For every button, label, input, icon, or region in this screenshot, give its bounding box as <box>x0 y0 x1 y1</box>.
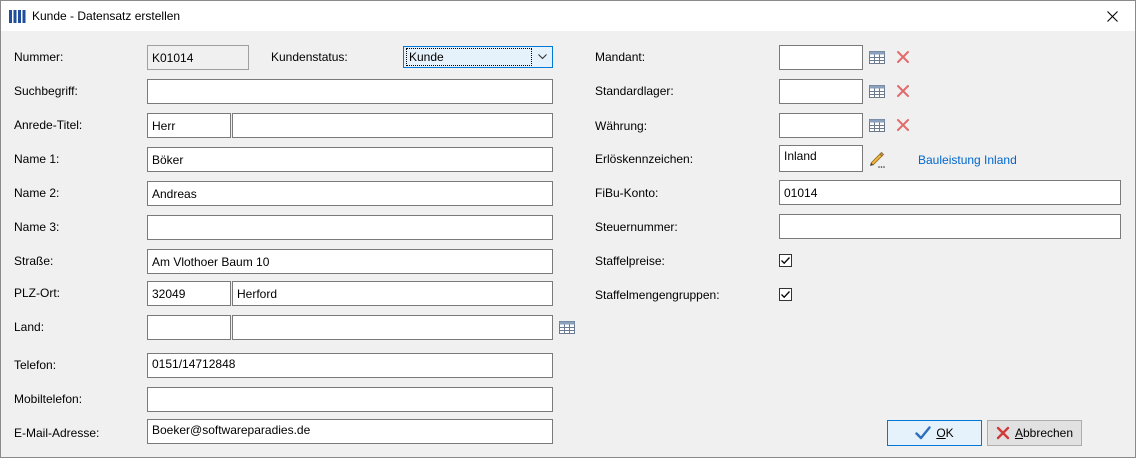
titel-input[interactable] <box>232 113 553 138</box>
standardlager-label: Standardlager: <box>595 84 674 98</box>
strasse-label: Straße: <box>14 254 54 268</box>
name3-input[interactable] <box>147 215 553 240</box>
kundenstatus-value: Kunde <box>406 48 532 66</box>
delete-x-icon <box>897 119 909 131</box>
delete-x-icon <box>996 426 1010 440</box>
staffelmengen-label: Staffelmengengruppen: <box>595 288 720 302</box>
checkmark-icon <box>781 291 790 299</box>
mandant-label: Mandant: <box>595 50 646 64</box>
mandant-picker-button[interactable] <box>867 47 887 67</box>
strasse-input[interactable]: Am Vlothoer Baum 10 <box>147 249 553 274</box>
pencil-icon <box>870 151 885 168</box>
standardlager-picker-button[interactable] <box>867 81 887 101</box>
land-picker-button[interactable] <box>557 317 577 337</box>
land-code-input[interactable] <box>147 315 231 340</box>
fibu-label: FiBu-Konto: <box>595 186 659 200</box>
staffelpreise-checkbox[interactable] <box>779 254 792 267</box>
nummer-label: Nummer: <box>14 50 64 64</box>
fibu-input[interactable]: 01014 <box>779 180 1121 205</box>
waehrung-picker-button[interactable] <box>867 115 887 135</box>
name1-input[interactable]: Böker <box>147 147 553 172</box>
steuernummer-label: Steuernummer: <box>595 220 678 234</box>
erloes-edit-button[interactable] <box>867 149 887 169</box>
steuernummer-input[interactable] <box>779 214 1121 239</box>
email-input[interactable]: Boeker@softwareparadies.de <box>147 419 553 444</box>
plz-input[interactable]: 32049 <box>147 281 231 306</box>
suchbegriff-label: Suchbegriff: <box>14 84 78 98</box>
name2-label: Name 2: <box>14 186 60 200</box>
erloes-label: Erlöskennzeichen: <box>595 152 694 166</box>
title-bar: Kunde - Datensatz erstellen <box>1 1 1135 31</box>
window-title: Kunde - Datensatz erstellen <box>32 9 181 23</box>
chevron-down-icon <box>532 47 552 67</box>
table-picker-icon <box>869 84 885 98</box>
table-picker-icon <box>869 118 885 132</box>
kundenstatus-label: Kundenstatus: <box>271 50 348 64</box>
mandant-input[interactable] <box>779 45 863 70</box>
cancel-button[interactable]: Abbrechen <box>987 420 1082 446</box>
anrede-label: Anrede-Titel: <box>14 118 83 132</box>
checkmark-icon <box>781 257 790 265</box>
nummer-field: K01014 <box>147 45 249 70</box>
ok-label: OK <box>936 426 954 440</box>
telefon-input[interactable]: 0151/14712848 <box>147 353 553 378</box>
plz-ort-label: PLZ-Ort: <box>14 286 61 300</box>
ok-button[interactable]: OK <box>887 420 982 446</box>
waehrung-clear-button[interactable] <box>893 115 913 135</box>
app-icon <box>9 10 26 23</box>
dialog-body: Nummer: K01014 Kundenstatus: Kunde Suchb… <box>1 31 1135 457</box>
land-label: Land: <box>14 320 45 334</box>
mandant-clear-button[interactable] <box>893 47 913 67</box>
dialog-window: Kunde - Datensatz erstellen Nummer: K010… <box>0 0 1136 458</box>
standardlager-clear-button[interactable] <box>893 81 913 101</box>
delete-x-icon <box>897 85 909 97</box>
telefon-label: Telefon: <box>14 358 57 372</box>
name2-input[interactable]: Andreas <box>147 181 553 206</box>
erloes-input[interactable]: Inland <box>779 145 863 172</box>
ort-input[interactable]: Herford <box>232 281 553 306</box>
name3-label: Name 3: <box>14 220 60 234</box>
table-picker-icon <box>869 50 885 64</box>
close-button[interactable] <box>1089 1 1135 31</box>
standardlager-input[interactable] <box>779 79 863 104</box>
email-label: E-Mail-Adresse: <box>14 426 100 440</box>
suchbegriff-input[interactable] <box>147 79 553 104</box>
name1-label: Name 1: <box>14 152 60 166</box>
anrede-input[interactable]: Herr <box>147 113 231 138</box>
mobil-label: Mobiltelefon: <box>14 392 83 406</box>
checkmark-icon <box>915 426 932 440</box>
mobil-input[interactable] <box>147 387 553 412</box>
staffelmengen-checkbox[interactable] <box>779 288 792 301</box>
staffelpreise-label: Staffelpreise: <box>595 254 665 268</box>
waehrung-label: Währung: <box>595 119 648 133</box>
table-picker-icon <box>559 320 575 334</box>
erloes-description-link[interactable]: Bauleistung Inland <box>918 153 1017 167</box>
waehrung-input[interactable] <box>779 113 863 138</box>
cancel-label: Abbrechen <box>1014 426 1074 440</box>
close-icon <box>1106 10 1118 22</box>
delete-x-icon <box>897 51 909 63</box>
kundenstatus-select[interactable]: Kunde <box>403 46 553 68</box>
land-name-input[interactable] <box>232 315 553 340</box>
